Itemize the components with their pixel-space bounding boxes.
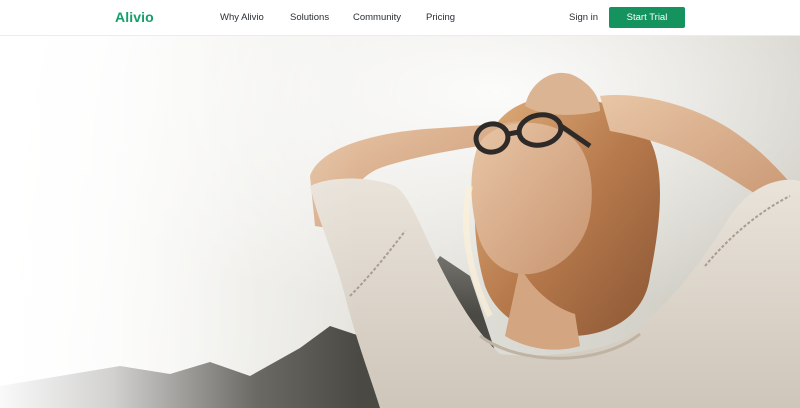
nav-link-why-alivio[interactable]: Why Alivio (220, 12, 264, 23)
nav-link-pricing[interactable]: Pricing (426, 12, 455, 23)
nav-link-solutions[interactable]: Solutions (290, 12, 329, 23)
hero-left-fade (0, 36, 800, 408)
nav-link-community[interactable]: Community (353, 12, 401, 23)
start-trial-button[interactable]: Start Trial (609, 7, 685, 28)
brand-logo[interactable]: Alivio (115, 9, 154, 25)
hero-image (0, 36, 800, 408)
sign-in-link[interactable]: Sign in (569, 12, 598, 23)
top-navbar: Alivio Why Alivio Solutions Community Pr… (0, 0, 800, 36)
